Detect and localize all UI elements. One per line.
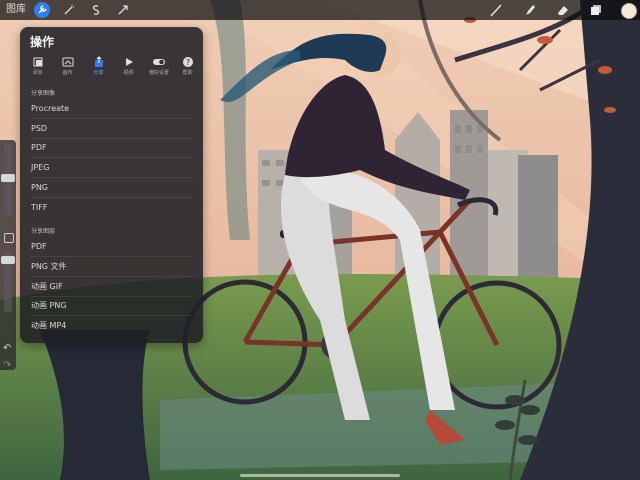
tab-help[interactable]: ? 帮助 — [174, 55, 201, 81]
tab-canvas[interactable]: 画布 — [54, 55, 81, 81]
share-tiff[interactable]: TIFF — [31, 198, 193, 217]
color-swatch[interactable] — [621, 3, 637, 19]
add-icon — [33, 57, 42, 67]
share-icon — [94, 56, 103, 67]
brush-size-knob[interactable] — [1, 174, 15, 182]
share-layers-pdf[interactable]: PDF — [31, 237, 193, 256]
share-layers-png-files[interactable]: PNG 文件 — [31, 257, 193, 276]
actions-panel: 操作 添加 画布 分享 视频 偏好设置 ? 帮助 分享图像 Procreate … — [20, 27, 203, 343]
share-psd[interactable]: PSD — [31, 119, 193, 138]
eraser-icon[interactable] — [555, 2, 571, 18]
wrench-icon[interactable] — [34, 2, 50, 18]
opacity-knob[interactable] — [1, 256, 15, 264]
share-png[interactable]: PNG — [31, 178, 193, 197]
svg-text:?: ? — [185, 58, 189, 67]
toggle-icon — [153, 59, 165, 65]
undo-icon[interactable]: ↶ — [3, 343, 11, 354]
redo-icon[interactable]: ↷ — [3, 360, 11, 371]
panel-title: 操作 — [30, 35, 55, 49]
share-image-heading: 分享图像 — [31, 90, 56, 97]
share-animated-gif[interactable]: 动画 GIF — [31, 277, 193, 296]
gallery-button[interactable]: 图库 — [6, 3, 26, 17]
transform-icon[interactable] — [115, 2, 131, 18]
home-indicator — [240, 474, 400, 477]
top-toolbar: 图库 — [0, 0, 640, 20]
share-animated-mp4[interactable]: 动画 MP4 — [31, 316, 193, 335]
brush-icon[interactable] — [488, 2, 504, 18]
actions-tabs: 添加 画布 分享 视频 偏好设置 ? 帮助 — [24, 55, 200, 81]
share-procreate[interactable]: Procreate — [31, 99, 193, 118]
eyedropper-button[interactable] — [4, 233, 14, 243]
canvas-icon — [62, 57, 73, 67]
share-layers-heading: 分享图层 — [31, 228, 56, 235]
left-sidebar: ↶ ↷ — [0, 140, 16, 371]
share-animated-png[interactable]: 动画 PNG — [31, 296, 193, 315]
video-icon — [125, 58, 133, 66]
tab-video[interactable]: 视频 — [115, 55, 142, 81]
opacity-slider[interactable] — [1, 252, 15, 312]
layers-icon[interactable] — [588, 2, 604, 18]
share-pdf[interactable]: PDF — [31, 138, 193, 157]
selection-icon[interactable] — [88, 2, 104, 18]
tab-share[interactable]: 分享 — [85, 55, 112, 81]
share-jpeg[interactable]: JPEG — [31, 158, 193, 177]
tab-preferences[interactable]: 偏好设置 — [144, 55, 174, 81]
smudge-icon[interactable] — [522, 2, 538, 18]
brush-size-slider[interactable] — [1, 144, 15, 216]
magic-wand-icon[interactable] — [61, 2, 77, 18]
tab-add[interactable]: 添加 — [24, 55, 51, 81]
help-icon: ? — [182, 57, 193, 67]
